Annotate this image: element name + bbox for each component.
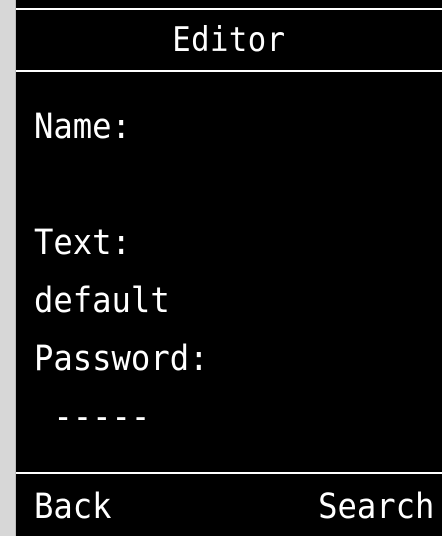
device-screen: Editor Name: Text: default Password: ---… — [16, 0, 442, 536]
softkey-bar: Back Search — [16, 472, 442, 536]
password-label: Password: — [34, 339, 209, 379]
device-bezel — [0, 0, 16, 536]
status-strip — [16, 0, 442, 10]
back-softkey[interactable]: Back — [34, 490, 112, 525]
title-bar: Editor — [16, 10, 442, 72]
search-softkey[interactable]: Search — [318, 490, 434, 525]
name-label: Name: — [34, 107, 131, 147]
name-field[interactable] — [34, 168, 384, 204]
password-field[interactable]: ----- — [34, 400, 150, 435]
page-title: Editor — [172, 20, 286, 60]
text-label: Text: — [34, 223, 131, 263]
text-field[interactable]: default — [34, 284, 170, 319]
